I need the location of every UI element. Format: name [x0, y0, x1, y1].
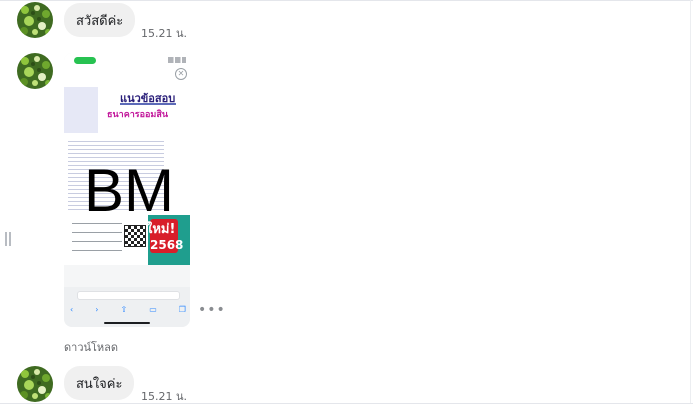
- signal-battery-icon: [168, 57, 186, 63]
- url-bar: [77, 291, 180, 300]
- poster-badge-year: 2568: [150, 238, 184, 252]
- image-attachment[interactable]: ✕ แนวข้อสอบ ธนาคารออมสิน BM ใหม่! 2568 ‹…: [64, 53, 190, 327]
- resize-handle-icon[interactable]: [4, 232, 12, 246]
- qr-code-icon: [124, 225, 146, 247]
- browser-toolbar: ‹ › ⇧ ▭ ❐: [64, 287, 190, 327]
- poster-subtitle: ธนาคารออมสิน: [107, 110, 168, 120]
- bottom-divider: [0, 403, 693, 404]
- poster-logo: BM: [84, 157, 174, 224]
- sender-avatar[interactable]: [17, 53, 53, 89]
- message-text: สวัสดีค่ะ: [76, 13, 124, 29]
- avatar-image: [17, 2, 53, 38]
- poster-image: แนวข้อสอบ ธนาคารออมสิน BM ใหม่! 2568: [64, 87, 190, 265]
- message-text: สนใจค่ะ: [76, 376, 123, 392]
- top-divider: [0, 0, 693, 1]
- poster-rule: [120, 103, 176, 105]
- poster-logo-panel: [64, 87, 98, 133]
- bookmarks-icon: ▭: [149, 305, 157, 314]
- message-bubble[interactable]: สนใจค่ะ: [64, 366, 135, 400]
- avatar-image: [17, 53, 53, 89]
- tabs-icon: ❐: [178, 305, 186, 314]
- download-link[interactable]: ดาวน์โหลด: [64, 338, 118, 356]
- right-divider: [690, 0, 691, 404]
- message-timestamp: 15.21 น.: [141, 27, 188, 40]
- share-icon: ⇧: [120, 305, 128, 314]
- poster-badge-new: ใหม่!: [146, 222, 176, 237]
- sender-avatar[interactable]: [17, 366, 53, 402]
- home-indicator: [104, 322, 150, 324]
- status-pill: [74, 57, 96, 64]
- more-options-icon[interactable]: •••: [198, 302, 226, 318]
- avatar-image: [17, 366, 53, 402]
- back-icon: ‹: [70, 305, 74, 314]
- poster-contacts: [72, 223, 122, 259]
- phone-status-bar: ✕: [64, 53, 190, 87]
- close-icon: ✕: [175, 68, 187, 80]
- message-bubble[interactable]: สวัสดีค่ะ: [64, 3, 136, 37]
- sender-avatar[interactable]: [17, 2, 53, 38]
- forward-icon: ›: [95, 305, 99, 314]
- message-timestamp: 15.21 น.: [141, 390, 188, 403]
- browser-nav-icons: ‹ › ⇧ ▭ ❐: [70, 305, 186, 314]
